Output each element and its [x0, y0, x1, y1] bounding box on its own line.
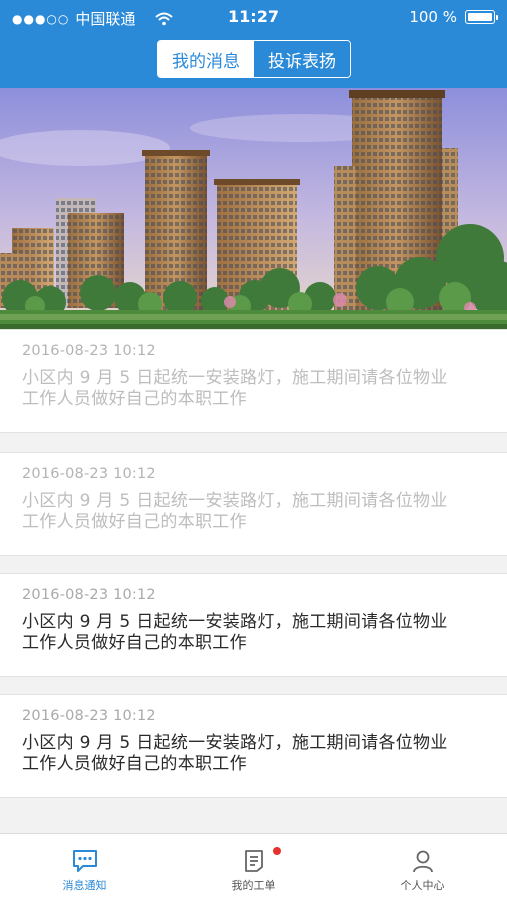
message-date: 2016-08-23 10:12	[22, 466, 156, 482]
status-right: 100 %	[409, 8, 498, 26]
tabbar-item-profile[interactable]: 个人中心	[338, 834, 507, 900]
message-icon	[72, 850, 97, 872]
message-date: 2016-08-23 10:12	[22, 343, 156, 359]
segment-control: 我的消息 投诉表扬	[157, 40, 351, 78]
tabbar-label: 消息通知	[62, 879, 107, 892]
tabbar-item-work-orders[interactable]: 我的工单	[169, 834, 338, 900]
message-text-line: 工作人员做好自己的本职工作	[22, 512, 247, 532]
message-date: 2016-08-23 10:12	[22, 708, 156, 724]
message-text: 小区内 9 月 5 日起统一安装路灯，施工期间请各位物业 工作人员做好自己的本职…	[22, 491, 485, 533]
tabbar-label: 个人中心	[400, 879, 445, 892]
message-item[interactable]: 2016-08-23 10:12 小区内 9 月 5 日起统一安装路灯，施工期间…	[0, 452, 507, 556]
message-item[interactable]: 2016-08-23 10:12 小区内 9 月 5 日起统一安装路灯，施工期间…	[0, 329, 507, 433]
message-item[interactable]: 2016-08-23 10:12 小区内 9 月 5 日起统一安装路灯，施工期间…	[0, 573, 507, 677]
battery-percent: 100 %	[409, 8, 457, 26]
work-order-icon	[244, 850, 263, 872]
status-bar: ●●●○○ 中国联通 11:27 100 %	[0, 0, 507, 34]
message-text-line: 工作人员做好自己的本职工作	[22, 389, 247, 409]
message-text-line: 小区内 9 月 5 日起统一安装路灯，施工期间请各位物业	[22, 368, 448, 388]
message-text: 小区内 9 月 5 日起统一安装路灯，施工期间请各位物业 工作人员做好自己的本职…	[22, 612, 485, 654]
bottom-tab-bar: 消息通知 我的工单 个人中心	[0, 833, 507, 900]
residential-buildings-illustration	[0, 88, 507, 329]
tabbar-item-messages[interactable]: 消息通知	[0, 834, 169, 900]
message-date: 2016-08-23 10:12	[22, 587, 156, 603]
message-text-line: 工作人员做好自己的本职工作	[22, 754, 247, 774]
tab-complaints-praise[interactable]: 投诉表扬	[254, 41, 350, 77]
banner-image[interactable]	[0, 88, 507, 329]
person-icon	[412, 850, 433, 873]
message-text-line: 小区内 9 月 5 日起统一安装路灯，施工期间请各位物业	[22, 733, 448, 753]
message-text-line: 工作人员做好自己的本职工作	[22, 633, 247, 653]
message-item[interactable]: 2016-08-23 10:12 小区内 9 月 5 日起统一安装路灯，施工期间…	[0, 694, 507, 798]
header: ●●●○○ 中国联通 11:27 100 % 我的消息 投诉表扬	[0, 0, 507, 88]
message-text: 小区内 9 月 5 日起统一安装路灯，施工期间请各位物业 工作人员做好自己的本职…	[22, 733, 485, 775]
message-text: 小区内 9 月 5 日起统一安装路灯，施工期间请各位物业 工作人员做好自己的本职…	[22, 368, 485, 410]
tabbar-label: 我的工单	[231, 879, 276, 892]
battery-icon	[465, 10, 498, 24]
message-text-line: 小区内 9 月 5 日起统一安装路灯，施工期间请各位物业	[22, 612, 448, 632]
message-text-line: 小区内 9 月 5 日起统一安装路灯，施工期间请各位物业	[22, 491, 448, 511]
notification-badge	[273, 847, 281, 855]
tab-my-messages[interactable]: 我的消息	[158, 41, 254, 77]
